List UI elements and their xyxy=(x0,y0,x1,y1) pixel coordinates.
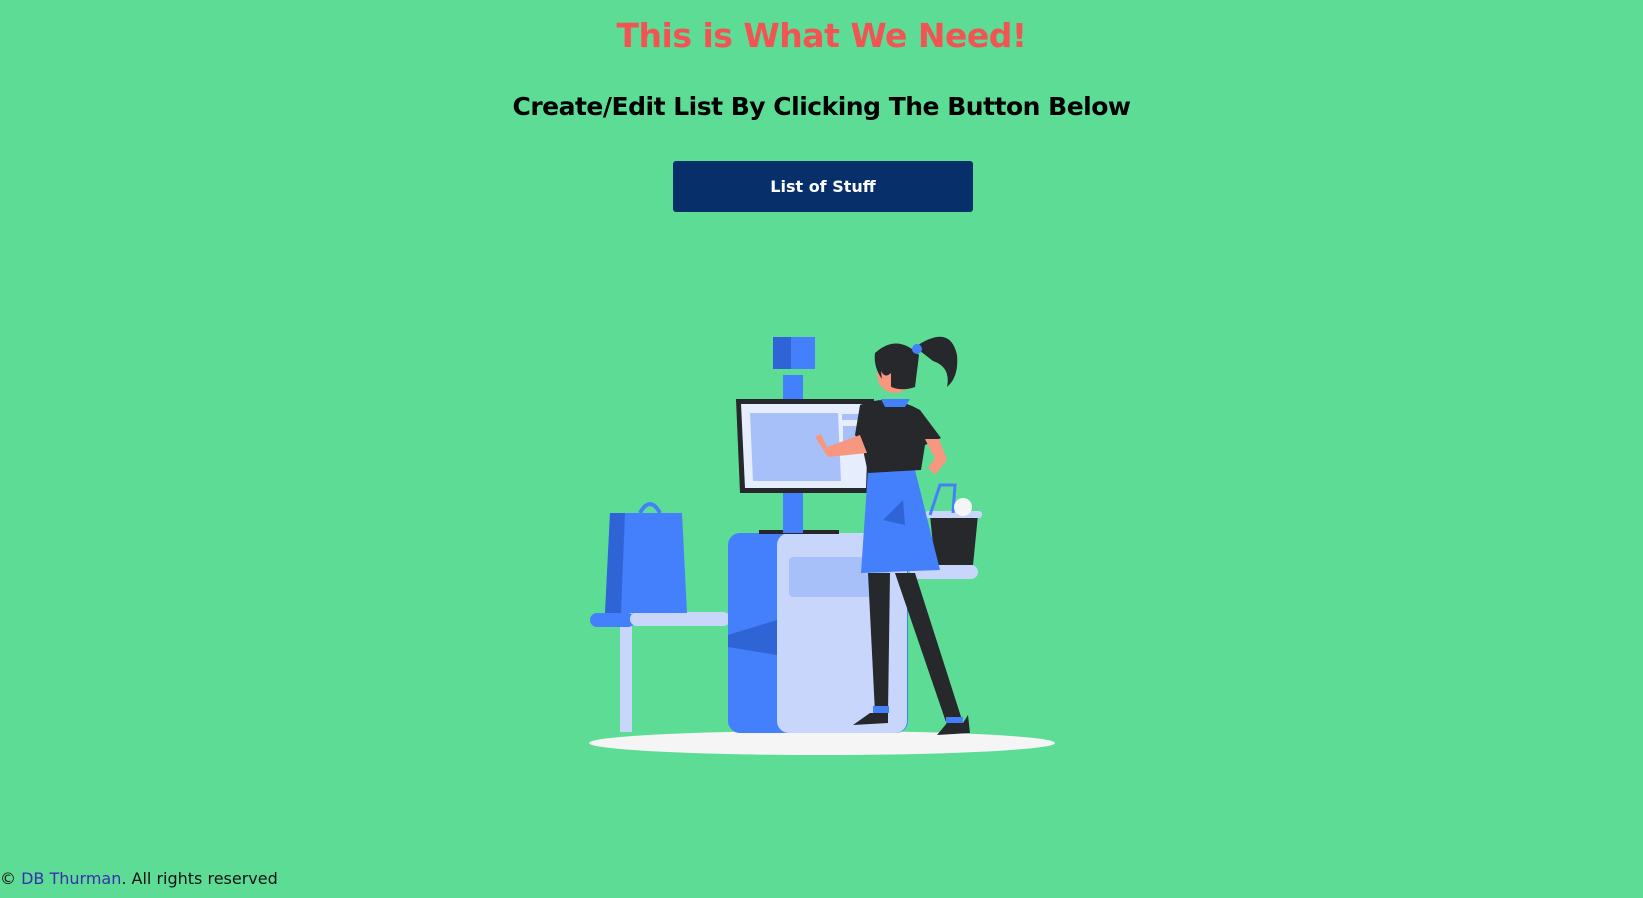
page-title: This is What We Need! xyxy=(616,16,1027,55)
list-of-stuff-button[interactable]: List of Stuff xyxy=(673,161,973,212)
page-subtitle: Create/Edit List By Clicking The Button … xyxy=(512,92,1131,121)
copyright-symbol: © xyxy=(0,869,16,888)
author-link[interactable]: DB Thurman xyxy=(21,869,121,888)
footer: © DB Thurman. All rights reserved xyxy=(0,869,278,888)
rights-text: . All rights reserved xyxy=(121,869,278,888)
self-checkout-illustration xyxy=(589,336,1055,755)
